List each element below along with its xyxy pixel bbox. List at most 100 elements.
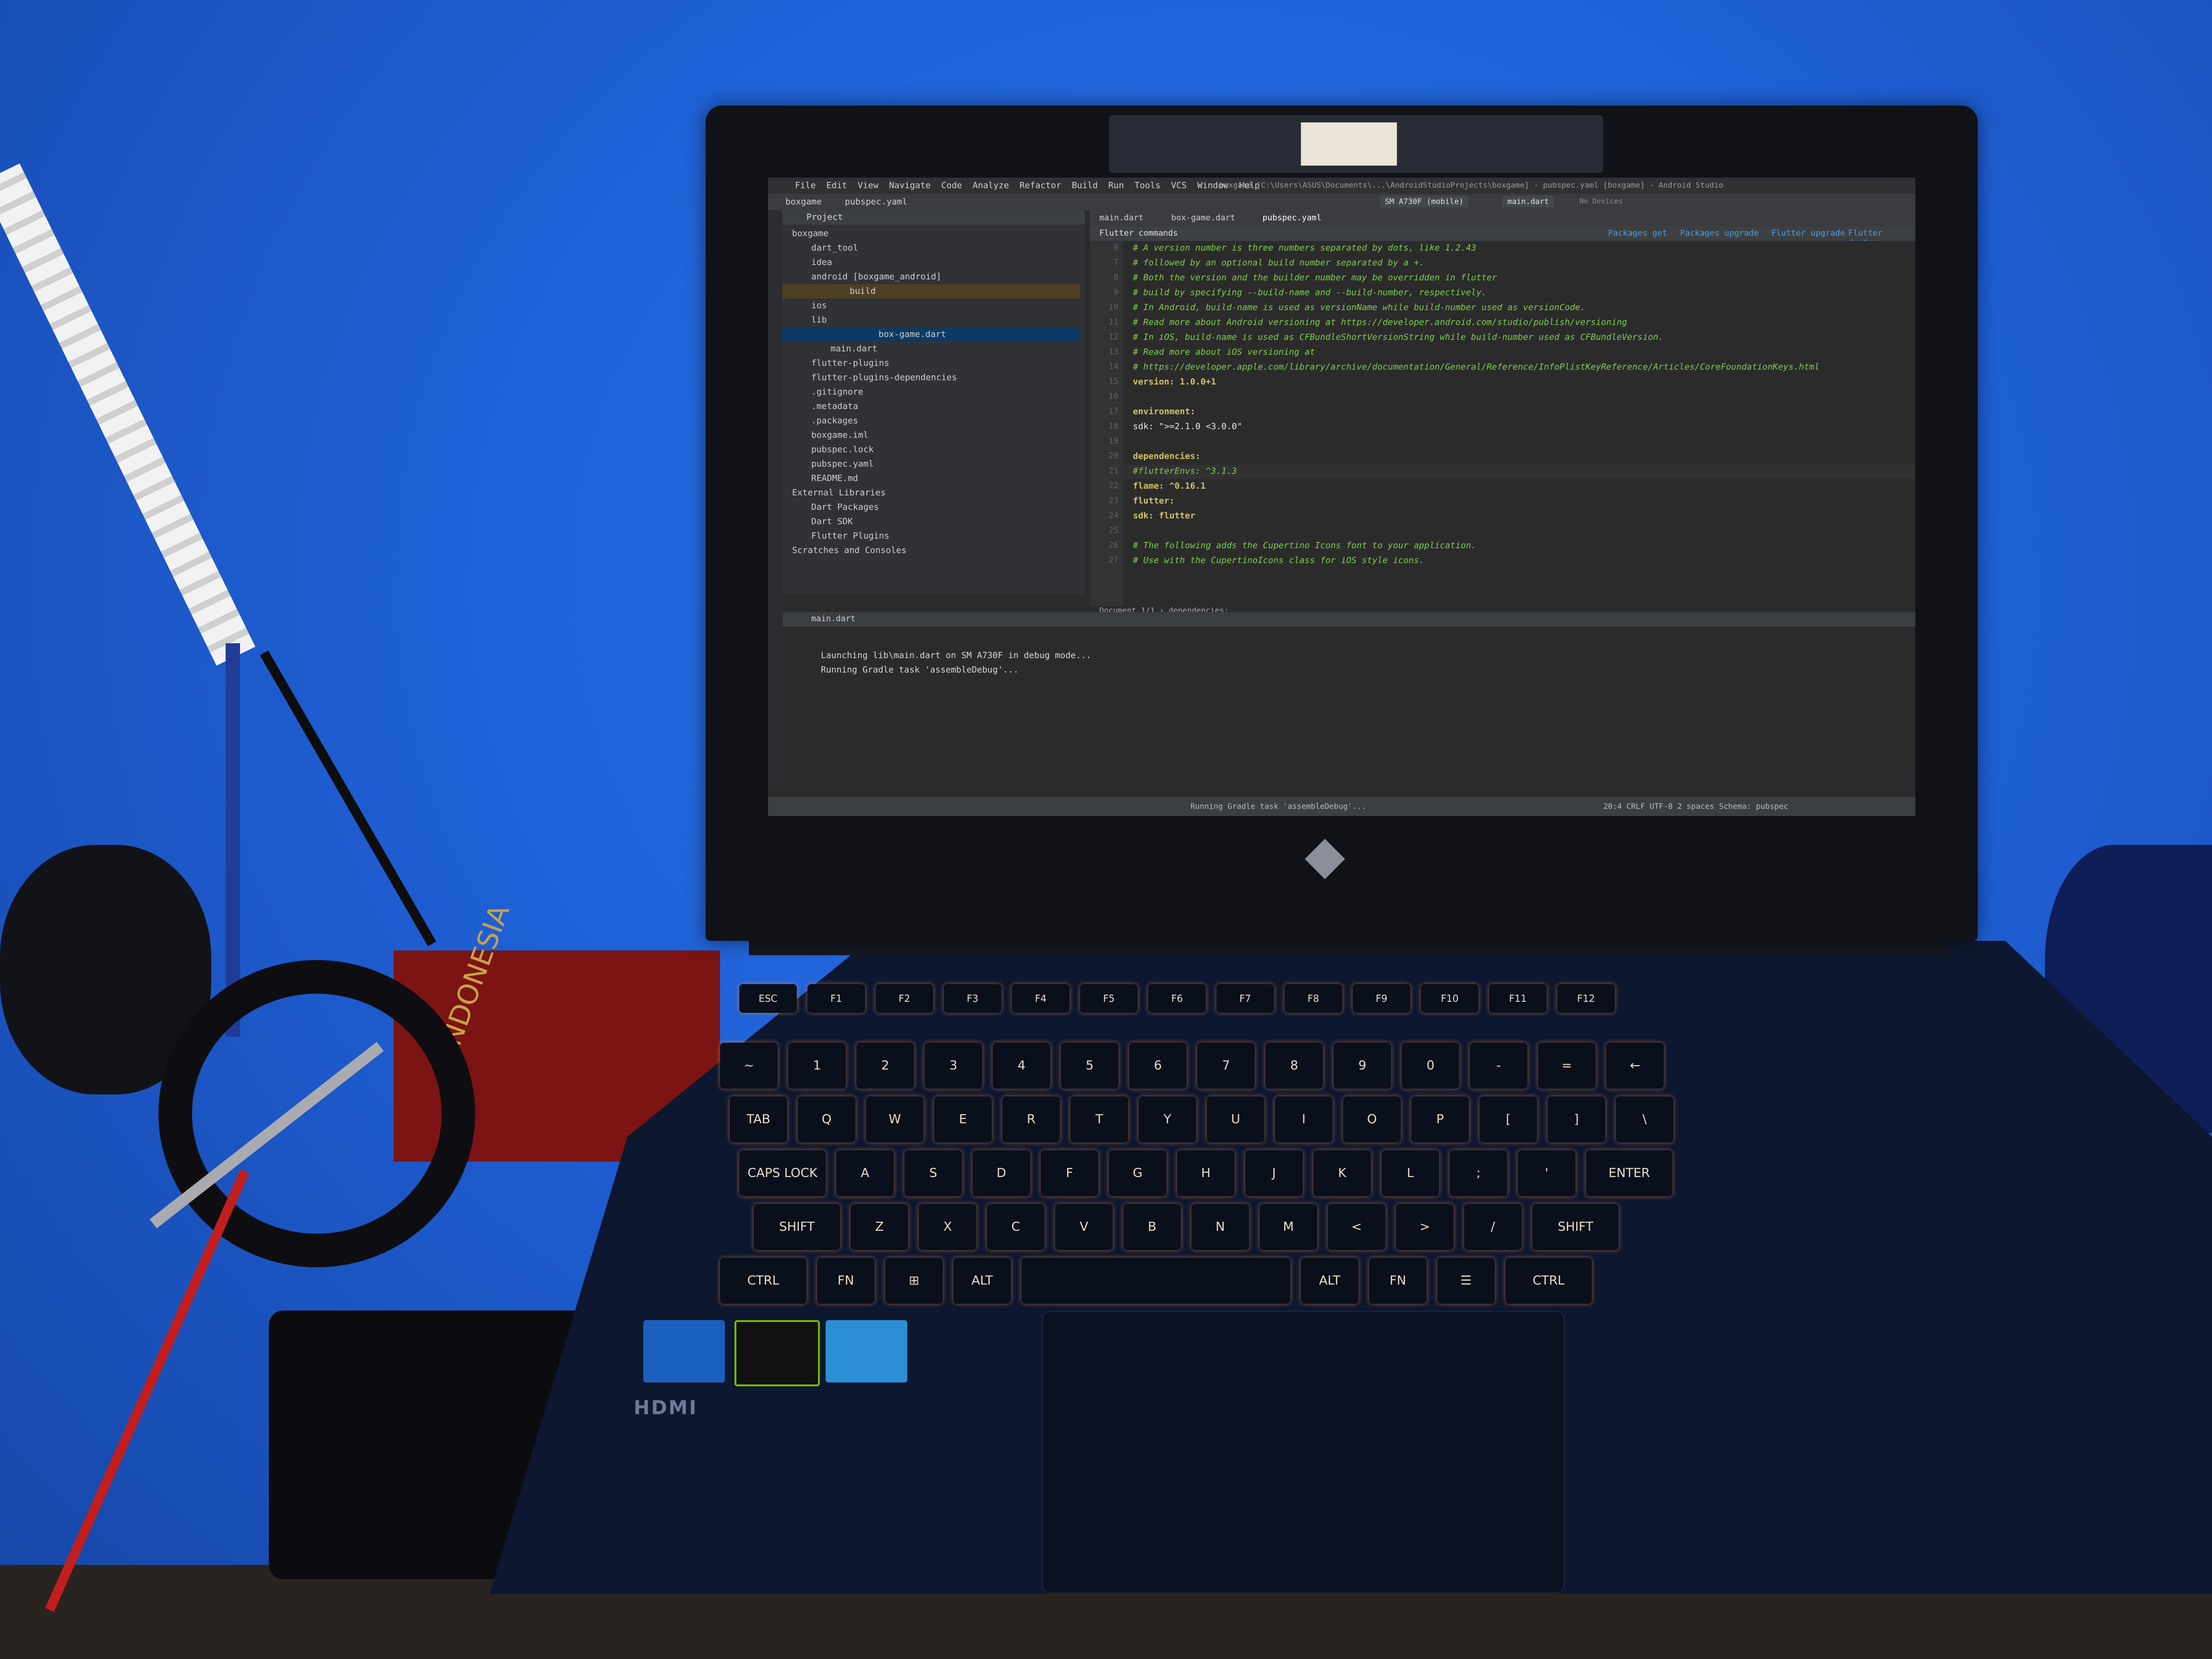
tree-item[interactable]: build [782,284,1080,299]
menu-item[interactable]: VCS [1171,180,1187,191]
menu-item[interactable]: Navigate [889,180,931,191]
tree-item[interactable]: flutter-plugins [811,356,890,371]
menu-item[interactable]: Refactor [1020,180,1061,191]
menu-item[interactable]: File [795,180,816,191]
flutter-upgrade-link[interactable]: Flutter upgrade [1771,228,1845,238]
keyboard-key[interactable]: 1 [788,1043,846,1089]
keyboard-key[interactable]: / [1464,1204,1522,1250]
menu-item[interactable]: Code [941,180,962,191]
keyboard-key[interactable]: O [1343,1096,1401,1142]
tree-item[interactable]: Dart SDK [811,515,853,529]
keyboard-key[interactable]: Y [1139,1096,1196,1142]
menu-item[interactable]: View [858,180,878,191]
keyboard-key[interactable]: F [1041,1150,1098,1196]
keyboard-key[interactable]: CAPS LOCK [739,1150,826,1196]
tree-item[interactable]: android [boxgame_android] [811,270,941,284]
tab-box-game[interactable]: box-game.dart [1171,213,1235,223]
tree-item[interactable]: Scratches and Consoles [792,543,906,558]
keyboard-key[interactable]: F3 [944,984,1001,1013]
packages-get-link[interactable]: Packages get [1608,228,1667,238]
keyboard-key[interactable]: - [1470,1043,1527,1089]
device-selector[interactable]: SM A730F (mobile) [1380,196,1468,207]
tree-item[interactable]: pubspec.lock [811,443,874,457]
keyboard-key[interactable]: S [904,1150,962,1196]
tree-item[interactable]: .metadata [811,399,858,414]
keyboard-key[interactable]: ⊞ [885,1258,943,1304]
menu-item[interactable]: Run [1108,180,1124,191]
tree-item[interactable]: main.dart [830,342,878,356]
keyboard-key[interactable]: E [934,1096,992,1142]
keyboard-key[interactable]: F2 [876,984,933,1013]
keyboard-key[interactable]: \ [1616,1096,1673,1142]
keyboard-key[interactable]: ← [1606,1043,1664,1089]
keyboard-key[interactable]: ; [1450,1150,1507,1196]
tree-item[interactable]: README.md [811,471,858,486]
keyboard-key[interactable]: CTRL [720,1258,806,1304]
tree-item[interactable]: boxgame [792,227,829,241]
tab-main-dart[interactable]: main.dart [1099,213,1143,223]
keyboard-key[interactable]: ☰ [1437,1258,1495,1304]
keyboard-key[interactable]: 4 [993,1043,1050,1089]
keyboard-key[interactable]: 6 [1129,1043,1187,1089]
menu-item[interactable]: Edit [826,180,847,191]
touchpad[interactable] [1042,1310,1565,1594]
tree-item[interactable]: .gitignore [811,385,863,399]
project-panel-header[interactable]: Project [782,210,1085,225]
keyboard-key[interactable]: 7 [1197,1043,1255,1089]
tree-item[interactable]: Dart Packages [811,500,879,515]
keyboard-key[interactable]: ALT [1301,1258,1358,1304]
breadcrumb-file[interactable]: pubspec.yaml [845,197,907,207]
menu-item[interactable]: Analyze [973,180,1009,191]
code-editor[interactable]: 6 7 8 9 10 11 12 13 14 15 16 17 18 19 20 21 22 23 24 25 26 27… [1090,241,1915,606]
keyboard-key[interactable]: < [1328,1204,1385,1250]
keyboard-key[interactable]: N [1191,1204,1249,1250]
tree-item[interactable]: flutter-plugins-dependencies [811,371,957,385]
tree-item[interactable]: pubspec.yaml [811,457,874,471]
keyboard-key[interactable]: F1 [807,984,865,1013]
tree-item[interactable]: ios [811,299,827,313]
keyboard-key[interactable]: M [1260,1204,1317,1250]
keyboard-key[interactable]: H [1177,1150,1235,1196]
keyboard-key[interactable]: FN [1369,1258,1427,1304]
keyboard-key[interactable]: 5 [1061,1043,1118,1089]
keyboard-key[interactable]: ENTER [1586,1150,1672,1196]
keyboard-key[interactable]: 3 [925,1043,982,1089]
tree-item[interactable]: .packages [811,414,858,428]
keyboard-key[interactable]: SHIFT [754,1204,840,1250]
keyboard-key[interactable]: T [1070,1096,1128,1142]
keyboard-key[interactable]: 0 [1402,1043,1459,1089]
keyboard-key[interactable]: F7 [1216,984,1274,1013]
keyboard-key[interactable]: TAB [730,1096,787,1142]
keyboard-key[interactable]: I [1275,1096,1333,1142]
breadcrumb-project[interactable]: boxgame [785,197,822,207]
keyboard-key[interactable]: K [1313,1150,1371,1196]
tree-item[interactable]: External Libraries [792,486,886,500]
keyboard-key[interactable]: F9 [1353,984,1410,1013]
keyboard-key[interactable]: B [1123,1204,1181,1250]
tree-item[interactable]: idea [811,255,832,270]
keyboard-key[interactable]: ALT [953,1258,1011,1304]
keyboard-key[interactable]: J [1245,1150,1303,1196]
tool-window-strip[interactable] [768,210,782,786]
keyboard-key[interactable]: F12 [1557,984,1615,1013]
tab-pubspec[interactable]: pubspec.yaml [1262,213,1322,223]
keyboard-key[interactable]: ] [1548,1096,1605,1142]
menu-item[interactable]: Build [1072,180,1098,191]
keyboard-key[interactable]: ~ [720,1043,778,1089]
keyboard-key[interactable]: U [1207,1096,1264,1142]
keyboard-key[interactable]: L [1382,1150,1439,1196]
keyboard-key[interactable]: FN [817,1258,875,1304]
keyboard-key[interactable]: F5 [1080,984,1138,1013]
keyboard-key[interactable]: 8 [1265,1043,1323,1089]
keyboard-key[interactable]: = [1538,1043,1596,1089]
keyboard-key[interactable]: D [973,1150,1030,1196]
keyboard-key[interactable]: [ [1479,1096,1537,1142]
keyboard-key[interactable]: F8 [1285,984,1342,1013]
keyboard-key[interactable]: F10 [1421,984,1479,1013]
keyboard-key[interactable]: F6 [1148,984,1206,1013]
run-config-selector[interactable]: main.dart [1503,196,1554,207]
keyboard-key[interactable]: ' [1518,1150,1575,1196]
menu-item[interactable]: Tools [1134,180,1160,191]
keyboard-key[interactable]: 9 [1334,1043,1391,1089]
keyboard-key[interactable]: A [836,1150,894,1196]
